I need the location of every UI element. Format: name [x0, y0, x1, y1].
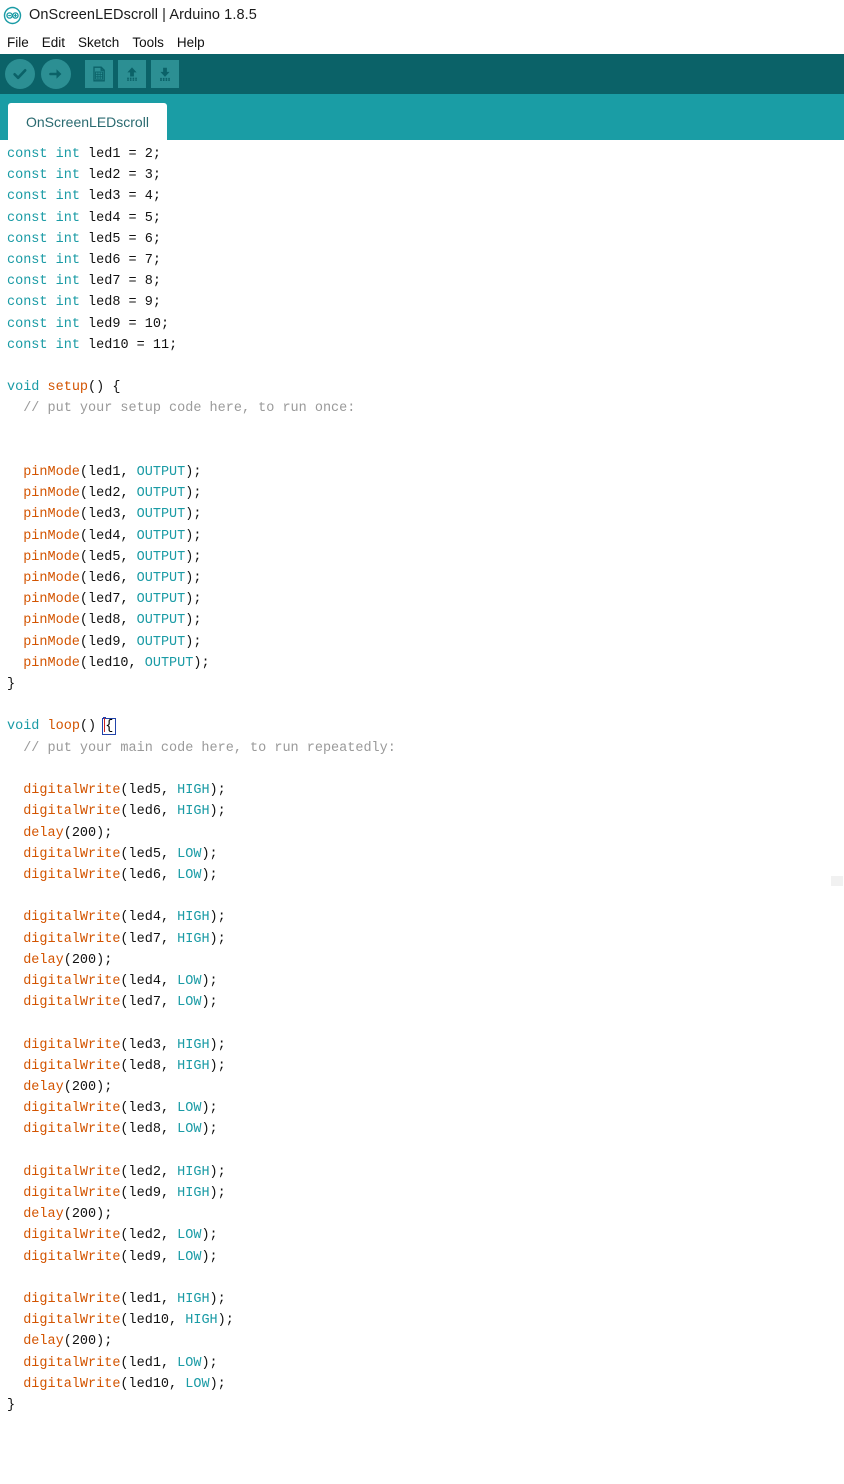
new-sketch-button[interactable] — [85, 60, 113, 88]
open-sketch-button[interactable] — [118, 60, 146, 88]
window-title: OnScreenLEDscroll | Arduino 1.8.5 — [29, 7, 257, 23]
menu-item-edit[interactable]: Edit — [42, 35, 65, 50]
title-bar: OnScreenLEDscroll | Arduino 1.8.5 — [0, 0, 844, 30]
vertical-scrollbar-thumb[interactable] — [831, 876, 843, 886]
arrow-up-icon — [127, 67, 137, 81]
verify-button[interactable] — [5, 59, 35, 89]
menu-item-help[interactable]: Help — [177, 35, 205, 50]
menu-bar: File Edit Sketch Tools Help — [0, 30, 844, 54]
sketch-tab-onscreenledscroll[interactable]: OnScreenLEDscroll — [8, 103, 167, 140]
arrow-right-icon — [49, 69, 62, 79]
menu-item-tools[interactable]: Tools — [132, 35, 164, 50]
text-caret — [104, 718, 106, 733]
arduino-infinity-logo-icon — [3, 6, 22, 24]
arrow-down-icon — [160, 67, 170, 82]
menu-item-sketch[interactable]: Sketch — [78, 35, 119, 50]
code-editor[interactable]: const int led1 = 2; const int led2 = 3; … — [0, 140, 844, 1484]
sketch-tab-label: OnScreenLEDscroll — [26, 113, 149, 130]
toolbar — [0, 54, 844, 94]
new-document-icon — [93, 66, 105, 82]
upload-button[interactable] — [41, 59, 71, 89]
menu-item-file[interactable]: File — [7, 35, 29, 50]
save-sketch-button[interactable] — [151, 60, 179, 88]
brace-match-highlight: { — [102, 718, 117, 736]
code-text[interactable]: const int led1 = 2; const int led2 = 3; … — [0, 140, 844, 1416]
toolbar-separator — [77, 74, 85, 75]
tab-bar: OnScreenLEDscroll — [0, 94, 844, 140]
checkmark-icon — [13, 69, 27, 80]
